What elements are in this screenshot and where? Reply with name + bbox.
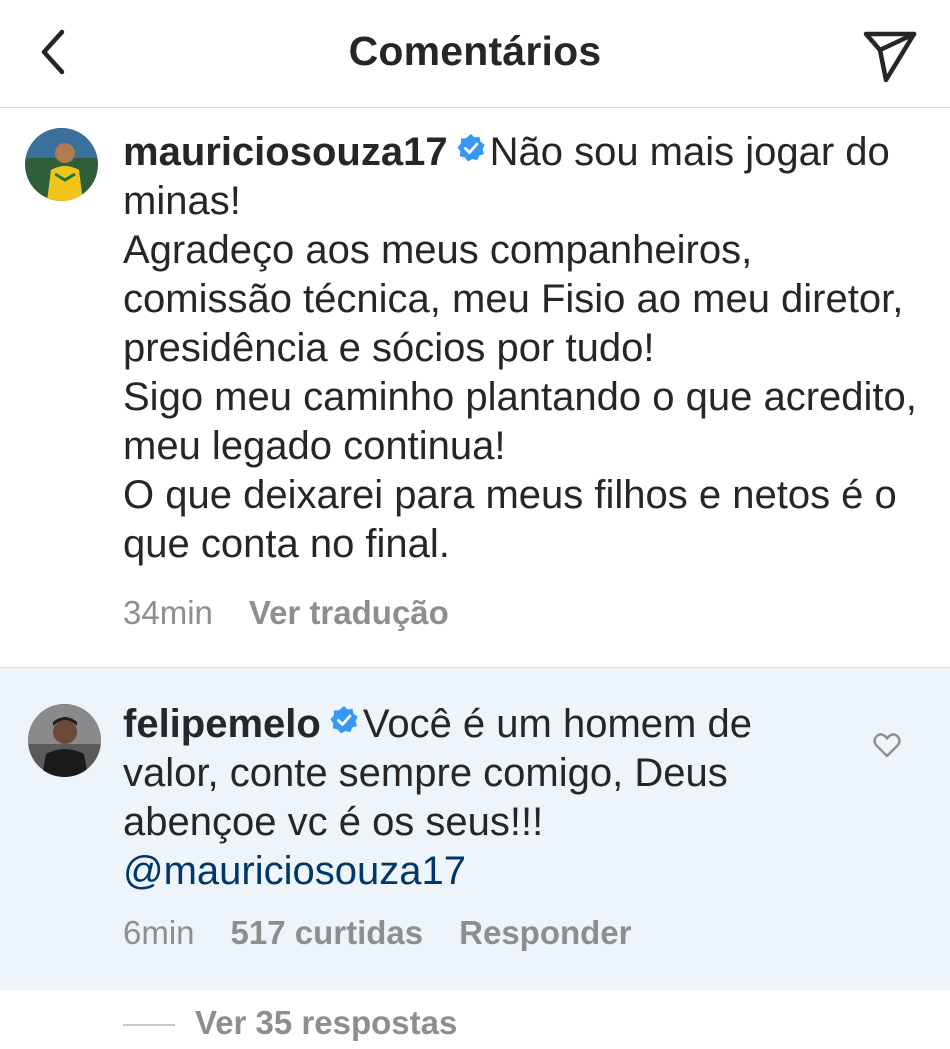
view-replies-button[interactable]: Ver 35 respostas [123,1004,457,1042]
caption-meta: 34min Ver tradução [123,594,449,632]
caption-text: mauriciosouza17 Não sou mais jogar do mi… [123,128,923,569]
avatar-photo [28,704,101,777]
caption-paragraph-4: O que deixarei para meus filhos e netos … [123,473,897,566]
comment-item: felipemelo Você é um homem de valor, con… [0,668,950,990]
caption-username[interactable]: mauriciosouza17 [123,130,448,174]
verified-badge-icon [456,134,485,162]
caption-paragraph-3: Sigo meu caminho plantando o que acredit… [123,375,917,468]
avatar[interactable] [28,704,101,777]
comment-meta: 6min 517 curtidas Responder [123,914,632,952]
replies-divider [123,1024,175,1027]
comment-timestamp: 6min [123,914,195,951]
avatar-photo [25,128,98,201]
page-title: Comentários [348,28,602,74]
verified-badge-icon [330,706,358,734]
translate-button[interactable]: Ver tradução [249,594,449,631]
likes-count[interactable]: 517 curtidas [231,914,424,951]
comment-username[interactable]: felipemelo [123,702,321,746]
paper-plane-icon[interactable] [858,22,922,86]
comment-text: felipemelo Você é um homem de valor, con… [123,700,823,896]
caption-paragraph-2: Agradeço aos meus companheiros, comissão… [123,228,904,370]
mention-link[interactable]: @mauriciosouza17 [123,847,823,896]
reply-button[interactable]: Responder [459,914,631,951]
top-nav-bar: Comentários [0,0,950,108]
heart-outline-icon[interactable] [872,730,902,760]
caption-timestamp: 34min [123,594,213,631]
view-replies-label: Ver 35 respostas [195,1004,458,1041]
avatar[interactable] [25,128,98,201]
post-caption: mauriciosouza17 Não sou mais jogar do mi… [0,108,950,668]
